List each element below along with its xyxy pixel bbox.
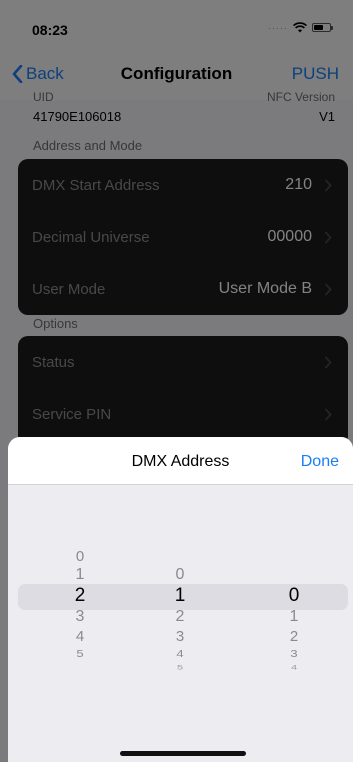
- home-indicator[interactable]: [120, 751, 246, 756]
- picker-selected-digit[interactable]: 2: [40, 585, 120, 607]
- picker-selected-digit[interactable]: 1: [140, 585, 220, 607]
- picker-option-digit[interactable]: 0: [40, 548, 120, 565]
- picker-option-digit[interactable]: 3: [140, 628, 220, 645]
- picker-option-digit[interactable]: 4: [254, 665, 334, 672]
- picker-option-digit[interactable]: 2: [140, 608, 220, 626]
- picker-selected-digit[interactable]: 0: [254, 585, 334, 607]
- picker-wheel-tens[interactable]: 012 3 4 5: [140, 485, 220, 762]
- digit-picker: 012345 012345 01234: [8, 485, 353, 762]
- dmx-address-picker-sheet: DMX Address Done 012345 012345 01234: [8, 437, 353, 762]
- picker-option-digit[interactable]: 4: [40, 628, 120, 645]
- picker-option-digit[interactable]: 3: [40, 608, 120, 626]
- picker-option-digit[interactable]: 2: [254, 628, 334, 645]
- picker-wheel-ones[interactable]: 01 2 3 4: [254, 485, 334, 762]
- picker-option-digit[interactable]: 0: [140, 566, 220, 584]
- picker-option-digit[interactable]: 1: [40, 566, 120, 584]
- picker-toolbar: DMX Address Done: [8, 437, 353, 485]
- picker-option-digit[interactable]: 5: [140, 665, 220, 672]
- picker-option-digit[interactable]: 1: [254, 608, 334, 626]
- picker-option-digit[interactable]: 4: [140, 648, 220, 659]
- picker-option-digit[interactable]: 3: [254, 648, 334, 659]
- picker-option-digit[interactable]: 5: [40, 648, 120, 659]
- picker-wheel-hundreds[interactable]: 0123 4 5: [40, 485, 120, 762]
- done-button[interactable]: Done: [301, 453, 339, 471]
